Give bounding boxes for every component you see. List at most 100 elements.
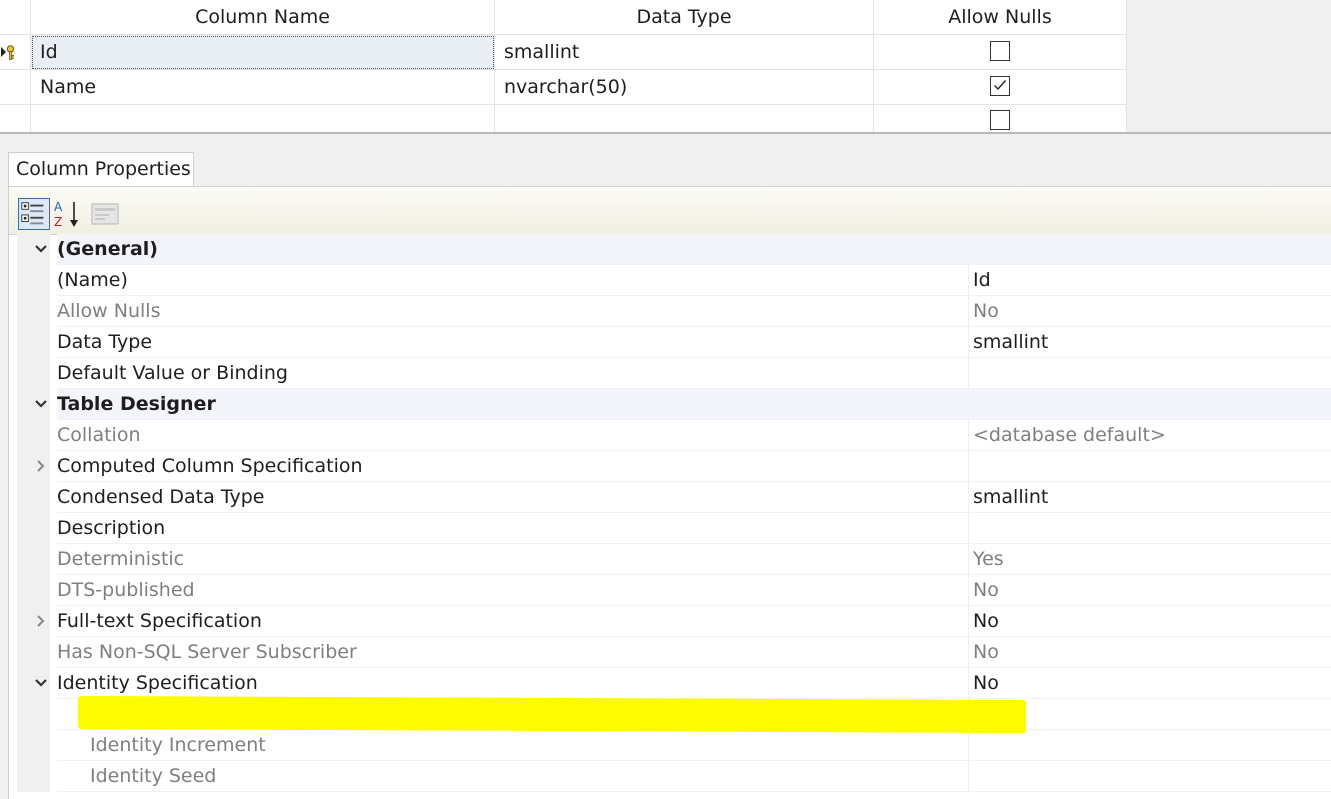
- svg-text:Z: Z: [54, 215, 62, 229]
- property-gutter: [17, 637, 50, 668]
- property-value[interactable]: [968, 451, 1331, 482]
- yellow-highlight-marker: [78, 695, 1026, 734]
- property-pages-button[interactable]: [89, 198, 121, 230]
- property-row[interactable]: Has Non-SQL Server Subscriber No: [9, 637, 1331, 668]
- grid-empty-area: [1127, 0, 1331, 134]
- property-value: No: [968, 637, 1331, 668]
- chevron-right-icon[interactable]: [33, 458, 49, 474]
- table-row[interactable]: Name nvarchar(50): [0, 70, 1127, 105]
- property-value[interactable]: [968, 513, 1331, 544]
- property-row[interactable]: Deterministic Yes: [9, 544, 1331, 575]
- property-gutter: [17, 761, 50, 792]
- property-row[interactable]: Description: [9, 513, 1331, 544]
- property-gutter: [17, 389, 50, 420]
- property-row[interactable]: Computed Column Specification: [9, 451, 1331, 482]
- property-name: Identity Specification: [57, 668, 968, 699]
- column-name-header[interactable]: Column Name: [31, 0, 495, 35]
- alphabetical-button[interactable]: A Z: [52, 198, 84, 230]
- property-gutter: [17, 668, 50, 699]
- property-gutter: [17, 606, 50, 637]
- property-row[interactable]: Data Type smallint: [9, 327, 1331, 358]
- property-row[interactable]: (Name) Id: [9, 265, 1331, 296]
- property-value: [968, 730, 1331, 761]
- property-name: Identity Seed: [57, 761, 968, 792]
- property-value[interactable]: No: [968, 606, 1331, 637]
- property-row[interactable]: Identity Specification No: [9, 668, 1331, 699]
- property-name: Description: [57, 513, 968, 544]
- property-gutter: [17, 699, 50, 730]
- property-pages-icon: [91, 203, 119, 225]
- chevron-right-icon[interactable]: [33, 613, 49, 629]
- property-row[interactable]: Default Value or Binding: [9, 358, 1331, 389]
- property-gutter: [17, 265, 50, 296]
- data-type-header[interactable]: Data Type: [495, 0, 874, 35]
- property-name: (General): [57, 234, 968, 265]
- table-row[interactable]: [0, 105, 1127, 134]
- property-name: Computed Column Specification: [57, 451, 968, 482]
- allow-nulls-cell: [874, 35, 1127, 70]
- property-value: No: [968, 296, 1331, 327]
- property-name: Table Designer: [57, 389, 968, 420]
- data-type-cell[interactable]: smallint: [495, 35, 874, 70]
- property-gutter: [17, 327, 50, 358]
- property-gutter: [17, 513, 50, 544]
- allow-nulls-cell: [874, 70, 1127, 105]
- allow-nulls-checkbox[interactable]: [990, 110, 1010, 130]
- property-gutter: [17, 234, 50, 265]
- property-gutter: [17, 420, 50, 451]
- table-row[interactable]: Id smallint: [0, 35, 1127, 70]
- property-name: Data Type: [57, 327, 968, 358]
- row-selector-header: [0, 0, 31, 35]
- row-selector[interactable]: [0, 35, 31, 70]
- allow-nulls-checkbox[interactable]: [990, 41, 1010, 61]
- row-selector[interactable]: [0, 105, 31, 134]
- property-value: [968, 761, 1331, 792]
- allow-nulls-cell: [874, 105, 1127, 134]
- property-name: Default Value or Binding: [57, 358, 968, 389]
- chevron-down-icon[interactable]: [33, 241, 49, 257]
- property-name: DTS-published: [57, 575, 968, 606]
- property-gutter: [17, 575, 50, 606]
- property-row[interactable]: Identity Increment: [9, 730, 1331, 761]
- property-gutter: [17, 296, 50, 327]
- property-row[interactable]: Condensed Data Type smallint: [9, 482, 1331, 513]
- row-selector[interactable]: [0, 70, 31, 105]
- svg-text:A: A: [54, 200, 63, 214]
- property-category-row[interactable]: (General): [9, 234, 1331, 265]
- property-gutter: [17, 730, 50, 761]
- property-toolbar: A Z: [9, 186, 1331, 235]
- property-name: Collation: [57, 420, 968, 451]
- property-value[interactable]: smallint: [968, 327, 1331, 358]
- property-row[interactable]: Collation <database default>: [9, 420, 1331, 451]
- categorized-button[interactable]: [18, 198, 50, 230]
- property-value[interactable]: [968, 358, 1331, 389]
- column-name-cell[interactable]: [31, 105, 495, 134]
- property-value[interactable]: No: [968, 668, 1331, 699]
- property-name: Full-text Specification: [57, 606, 968, 637]
- property-value[interactable]: Id: [968, 265, 1331, 296]
- categorized-icon: [21, 202, 44, 225]
- property-name: Condensed Data Type: [57, 482, 968, 513]
- property-value: [968, 389, 1331, 420]
- property-row[interactable]: DTS-published No: [9, 575, 1331, 606]
- allow-nulls-checkbox[interactable]: [990, 76, 1010, 96]
- allow-nulls-header[interactable]: Allow Nulls: [874, 0, 1127, 35]
- property-gutter: [17, 451, 50, 482]
- property-name: Has Non-SQL Server Subscriber: [57, 637, 968, 668]
- property-gutter: [17, 358, 50, 389]
- column-name-cell[interactable]: Name: [31, 70, 495, 105]
- data-type-cell[interactable]: nvarchar(50): [495, 70, 874, 105]
- property-value: Yes: [968, 544, 1331, 575]
- property-category-row[interactable]: Table Designer: [9, 389, 1331, 420]
- data-type-cell[interactable]: [495, 105, 874, 134]
- property-row[interactable]: Identity Seed: [9, 761, 1331, 792]
- property-value[interactable]: smallint: [968, 482, 1331, 513]
- column-name-cell[interactable]: Id: [31, 35, 495, 70]
- chevron-down-icon[interactable]: [33, 675, 49, 691]
- property-value: [968, 234, 1331, 265]
- tab-column-properties[interactable]: Column Properties: [8, 152, 194, 187]
- chevron-down-icon[interactable]: [33, 396, 49, 412]
- property-value: <database default>: [968, 420, 1331, 451]
- property-row[interactable]: Full-text Specification No: [9, 606, 1331, 637]
- property-row[interactable]: Allow Nulls No: [9, 296, 1331, 327]
